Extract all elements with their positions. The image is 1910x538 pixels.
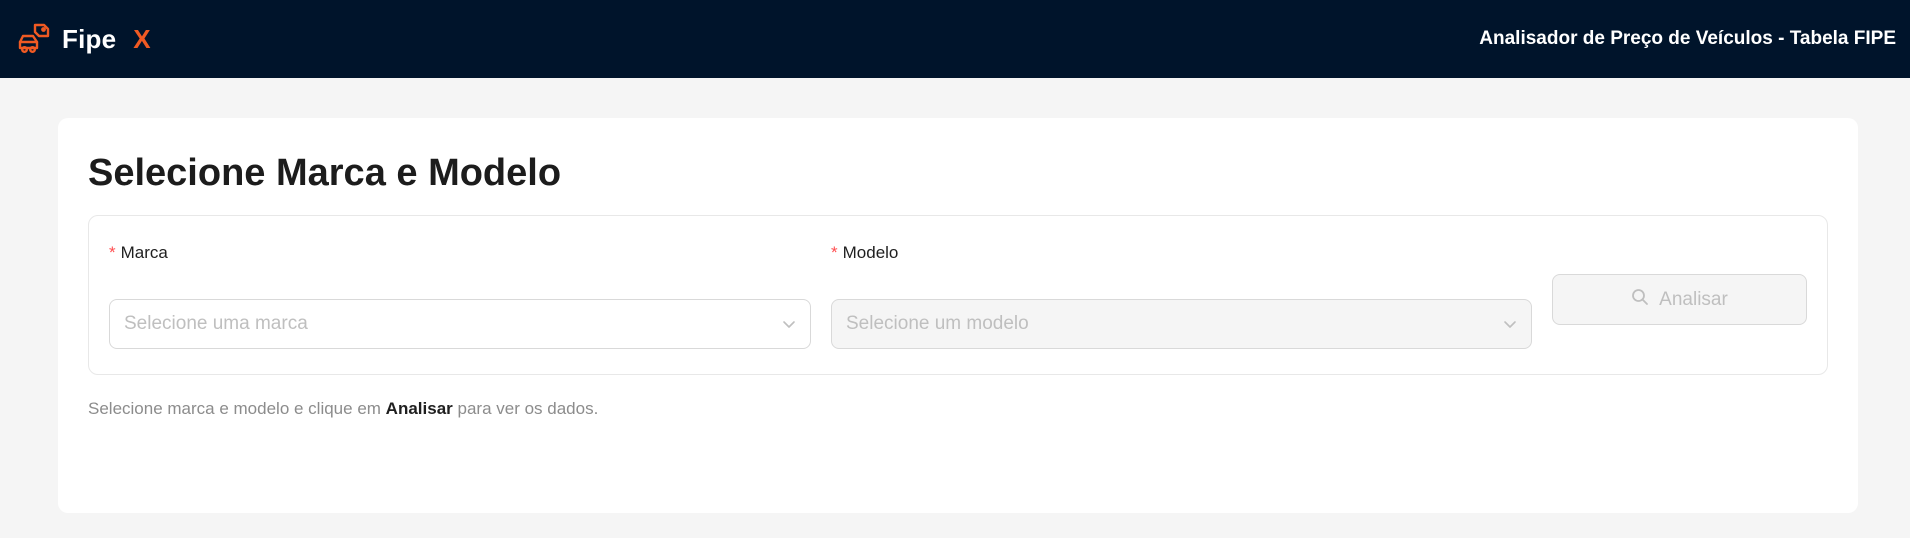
modelo-field: * Modelo Selecione um modelo — [831, 241, 1532, 349]
required-mark: * — [109, 243, 116, 262]
modelo-label-text: Modelo — [842, 243, 899, 262]
hint-text: Selecione marca e modelo e clique em Ana… — [88, 399, 598, 419]
page-title: Selecione Marca e Modelo — [88, 152, 562, 194]
chevron-down-icon — [1503, 317, 1517, 331]
modelo-select[interactable]: Selecione um modelo — [831, 299, 1532, 349]
modelo-label: * Modelo — [831, 241, 1532, 265]
brand-suffix: X — [133, 23, 151, 54]
hint-after: para ver os dados. — [457, 399, 599, 418]
modelo-placeholder: Selecione um modelo — [846, 313, 1029, 334]
hint-before: Selecione marca e modelo e clique em — [88, 399, 381, 418]
search-icon — [1631, 288, 1649, 312]
car-tag-icon — [16, 21, 52, 57]
required-mark: * — [831, 243, 838, 262]
top-bar: Fipe X Analisador de Preço de Veículos - … — [0, 0, 1910, 78]
selection-form: * Marca Selecione uma marca * Modelo Sel… — [88, 215, 1828, 375]
marca-field: * Marca Selecione uma marca — [109, 241, 811, 349]
main-card: Selecione Marca e Modelo * Marca Selecio… — [58, 118, 1858, 513]
analyze-button[interactable]: Analisar — [1552, 274, 1807, 325]
header-title: Analisador de Preço de Veículos - Tabela… — [1479, 28, 1896, 49]
marca-select[interactable]: Selecione uma marca — [109, 299, 811, 349]
brand[interactable]: Fipe X — [16, 21, 151, 57]
marca-label-text: Marca — [120, 243, 168, 262]
analyze-button-label: Analisar — [1659, 288, 1728, 310]
marca-placeholder: Selecione uma marca — [124, 313, 308, 334]
brand-name: Fipe — [62, 23, 117, 54]
marca-label: * Marca — [109, 241, 811, 265]
hint-bold: Analisar — [385, 399, 453, 418]
chevron-down-icon — [782, 317, 796, 331]
